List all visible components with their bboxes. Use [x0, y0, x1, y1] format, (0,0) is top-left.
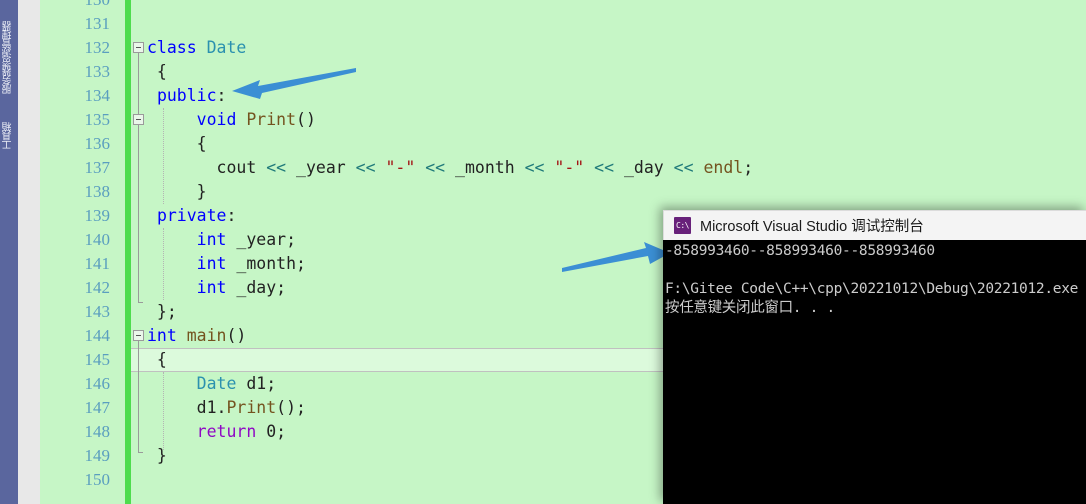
code-line-138: }: [147, 182, 207, 201]
code-line-149: }: [147, 446, 167, 465]
line-number: 136: [84, 134, 111, 153]
line-number: 143: [84, 302, 111, 321]
code-line-row: {: [131, 60, 1086, 84]
console-line: 按任意键关闭此窗口. . .: [665, 300, 835, 316]
line-number: 138: [84, 182, 111, 201]
code-line-135: void Print(): [196, 110, 316, 129]
code-line-137: cout << _year << "-" << _month << "-" <<…: [216, 158, 754, 177]
code-line-148: return 0;: [196, 422, 287, 441]
console-output-area[interactable]: -858993460--858993460--858993460 F:\Gite…: [663, 240, 1086, 504]
code-line-row: {: [131, 132, 1086, 156]
console-window[interactable]: C:\ Microsoft Visual Studio 调试控制台 -85899…: [663, 210, 1086, 504]
console-icon-glyph: C:\: [676, 220, 689, 230]
line-number-gutter: 130 131 132 133 134 135 136 137 138 139 …: [40, 0, 125, 504]
code-line-145: {: [147, 350, 167, 369]
sidebar-item-server-explorer[interactable]: 服务器资源管理器: [0, 2, 18, 94]
line-number: 150: [84, 470, 111, 489]
code-line-140: int _year;: [196, 230, 297, 249]
line-number: 145: [84, 350, 111, 369]
vertical-tab-strip: 服务器资源管理器 工具箱: [0, 0, 18, 504]
line-number: 135: [84, 110, 111, 129]
code-line-146: Date d1;: [196, 374, 277, 393]
code-line-136: {: [147, 134, 207, 153]
line-number: 148: [84, 422, 111, 441]
line-number: 142: [84, 278, 111, 297]
line-number: 139: [84, 206, 111, 225]
code-line-133: {: [147, 62, 167, 81]
console-title: Microsoft Visual Studio 调试控制台: [700, 219, 924, 235]
code-line-144: int main(): [147, 326, 247, 345]
console-line: F:\Gitee Code\C++\cpp\20221012\Debug\202…: [665, 281, 1086, 297]
code-line-134: public:: [156, 86, 227, 105]
screen-root: 服务器资源管理器 工具箱 130 131 132 133 134 135 136…: [0, 0, 1086, 504]
line-number: 131: [84, 14, 111, 33]
code-line-141: int _month;: [196, 254, 306, 273]
line-number: 132: [84, 38, 111, 57]
code-line-row: cout << _year << "-" << _month << "-" <<…: [131, 156, 1086, 180]
code-line-132: class Date: [147, 38, 247, 57]
console-title-bar[interactable]: C:\ Microsoft Visual Studio 调试控制台: [663, 210, 1086, 240]
line-number: 144: [84, 326, 111, 345]
console-app-icon: C:\: [674, 217, 691, 234]
code-line-row: }: [131, 180, 1086, 204]
line-number: 147: [84, 398, 111, 417]
code-line-row: void Print(): [131, 108, 1086, 132]
sidebar-item-toolbox[interactable]: 工具箱: [0, 100, 18, 150]
console-line: -858993460--858993460--858993460: [665, 243, 935, 259]
code-line-143: };: [147, 302, 177, 321]
line-number: 133: [84, 62, 111, 81]
line-number: 149: [84, 446, 111, 465]
line-number: 141: [84, 254, 111, 273]
line-number: 130: [40, 0, 111, 12]
editor-left-margin: [18, 0, 40, 504]
line-number: 134: [84, 86, 111, 105]
line-number: 140: [84, 230, 111, 249]
code-line-147: d1.Print();: [196, 398, 306, 417]
code-line-row: public:: [131, 84, 1086, 108]
line-number: 146: [84, 374, 111, 393]
code-line-142: int _day;: [196, 278, 287, 297]
line-number: 137: [84, 158, 111, 177]
code-line-139: private:: [156, 206, 237, 225]
code-line-row: class Date: [131, 36, 1086, 60]
